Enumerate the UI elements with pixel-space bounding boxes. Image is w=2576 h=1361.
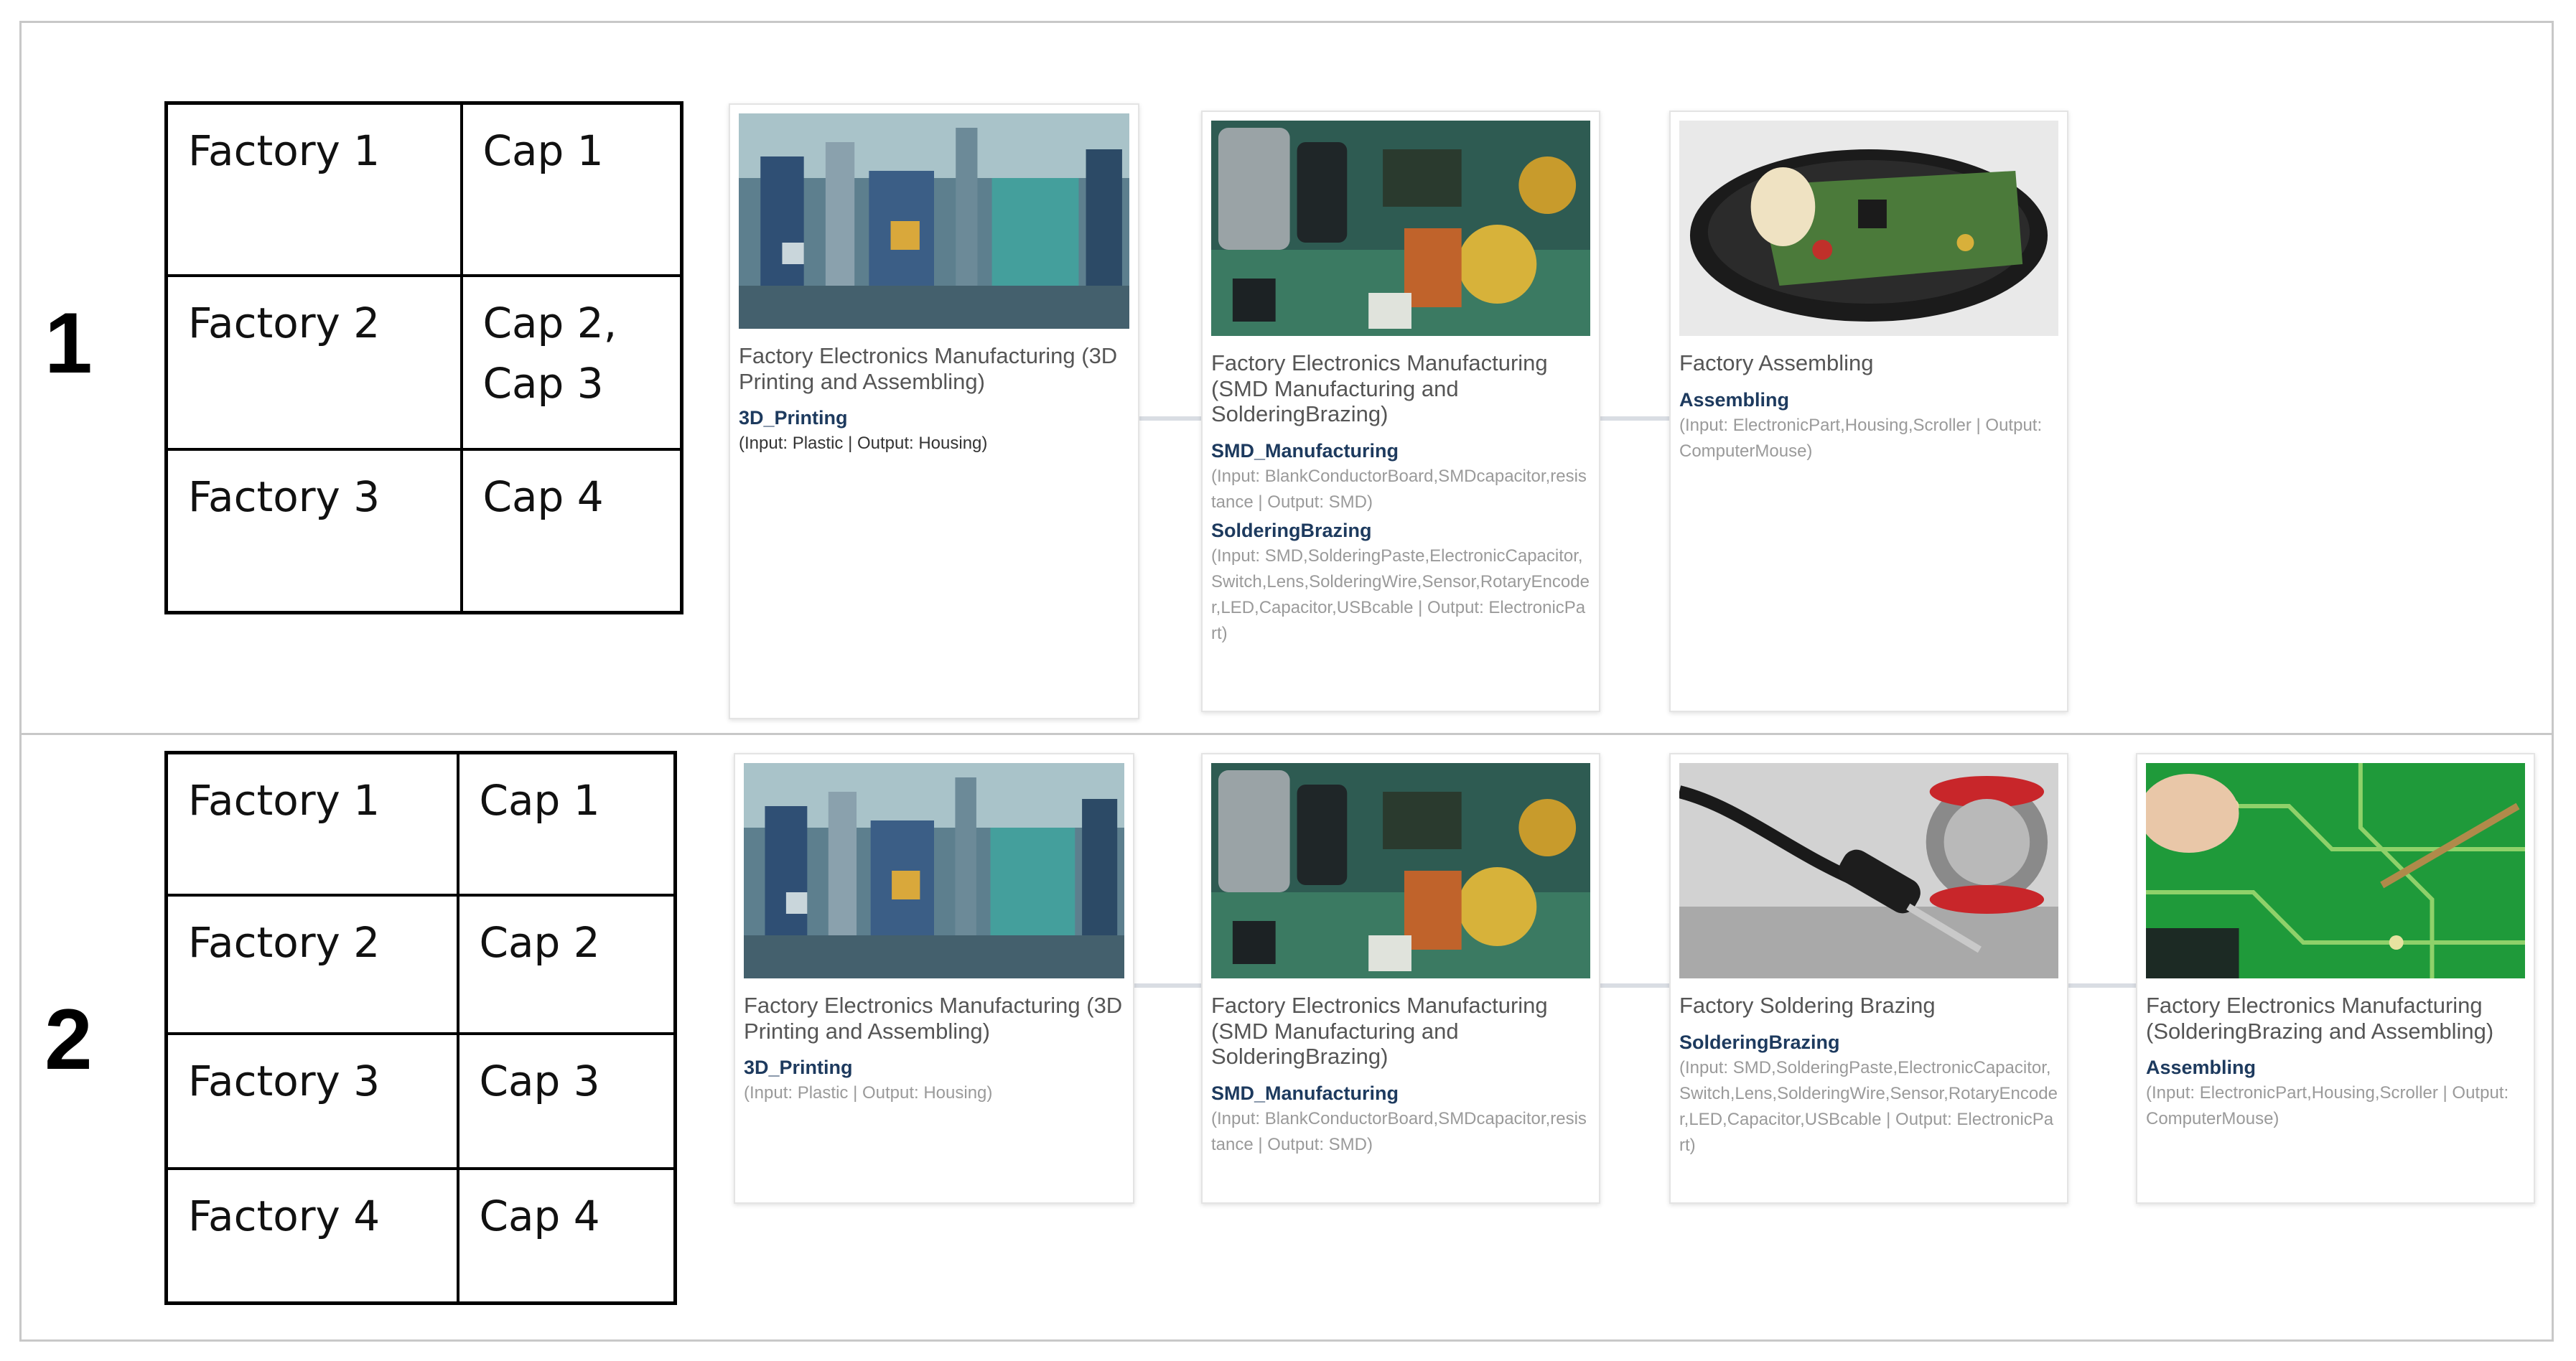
card-title: Factory Electronics Manufacturing (3D Pr…	[744, 993, 1123, 1044]
capability-name: Assembling	[2146, 1057, 2257, 1079]
capability-cell: Cap 2	[456, 893, 677, 1035]
factory-capability-table: Factory 1 Cap 1 Factory 2 Cap 2, Cap 3 F…	[164, 101, 683, 614]
capability-io: (Input: Plastic | Output: Housing)	[744, 1083, 993, 1103]
automated-factory-line-image	[739, 113, 1129, 329]
card-title: Factory Electronics Manufacturing (3D Pr…	[739, 343, 1118, 394]
card-title: Factory Electronics Manufacturing (SMD M…	[1211, 350, 1548, 427]
section-number: 2	[45, 991, 93, 1088]
capability-name: SMD_Manufacturing	[1211, 1082, 1399, 1104]
capability-name: SolderingBrazing	[1679, 1031, 1840, 1053]
factory-cell: Factory 3	[164, 1032, 459, 1170]
soldering-green-pcb-image	[2146, 763, 2525, 978]
circuit-board-capacitors-image	[1211, 763, 1590, 978]
capability-io: (Input: SMD,SolderingPaste,ElectronicCap…	[1211, 546, 1590, 643]
capability-name: Assembling	[1679, 388, 1790, 411]
section-divider	[19, 733, 2554, 735]
factory-card[interactable]: Factory Electronics Manufacturing (3D Pr…	[729, 103, 1139, 719]
circuit-board-capacitors-image	[1211, 121, 1590, 336]
capability-cell: Cap 3	[456, 1032, 677, 1170]
card-title: Factory Assembling	[1679, 350, 1874, 375]
card-connector	[2067, 983, 2136, 988]
capability-io: (Input: BlankConductorBoard,SMDcapacitor…	[1211, 466, 1587, 512]
capability-name: 3D_Printing	[739, 407, 848, 429]
factory-cell: Factory 4	[164, 1166, 459, 1305]
card-title: Factory Soldering Brazing	[1679, 993, 1936, 1018]
factory-card[interactable]: Factory Electronics Manufacturing (Solde…	[2136, 753, 2535, 1204]
capability-name: SMD_Manufacturing	[1211, 439, 1399, 462]
card-title: Factory Electronics Manufacturing (SMD M…	[1211, 993, 1548, 1070]
factory-card[interactable]: Factory Electronics Manufacturing (3D Pr…	[734, 753, 1134, 1204]
card-connector	[1599, 983, 1671, 988]
capability-io: (Input: ElectronicPart,Housing,Scroller …	[1679, 415, 2043, 461]
factory-card[interactable]: Factory Assembling Assembling (Input: El…	[1669, 111, 2068, 712]
soldering-iron-and-wire-image	[1679, 763, 2058, 978]
capability-name: 3D_Printing	[744, 1057, 853, 1079]
factory-capability-table: Factory 1 Cap 1 Factory 2 Cap 2 Factory …	[164, 751, 677, 1305]
automated-factory-line-image	[744, 763, 1124, 978]
factory-cell: Factory 2	[164, 273, 463, 451]
capability-io: (Input: Plastic | Output: Housing)	[739, 434, 988, 454]
card-title: Factory Electronics Manufacturing (Solde…	[2146, 993, 2494, 1044]
capability-cell: Cap 4	[459, 447, 683, 614]
factory-cell: Factory 1	[164, 101, 463, 277]
factory-cell: Factory 3	[164, 447, 463, 614]
factory-card[interactable]: Factory Electronics Manufacturing (SMD M…	[1201, 111, 1600, 712]
capability-io: (Input: SMD,SolderingPaste,ElectronicCap…	[1679, 1057, 2058, 1155]
factory-card[interactable]: Factory Soldering Brazing SolderingBrazi…	[1669, 753, 2068, 1204]
card-connector	[1133, 983, 1202, 988]
card-connector	[1599, 416, 1671, 421]
capability-cell: Cap 4	[456, 1166, 677, 1305]
factory-cell: Factory 1	[164, 751, 459, 897]
capability-cell: Cap 2, Cap 3	[459, 273, 683, 451]
capability-name: SolderingBrazing	[1211, 519, 1372, 541]
card-connector	[1138, 416, 1203, 421]
factory-card[interactable]: Factory Electronics Manufacturing (SMD M…	[1201, 753, 1600, 1204]
open-computer-mouse-image	[1679, 121, 2058, 336]
capability-cell: Cap 1	[456, 751, 677, 897]
factory-cell: Factory 2	[164, 893, 459, 1035]
capability-io: (Input: BlankConductorBoard,SMDcapacitor…	[1211, 1108, 1587, 1154]
capability-io: (Input: ElectronicPart,Housing,Scroller …	[2146, 1083, 2509, 1129]
section-number: 1	[45, 295, 93, 391]
capability-cell: Cap 1	[459, 101, 683, 277]
